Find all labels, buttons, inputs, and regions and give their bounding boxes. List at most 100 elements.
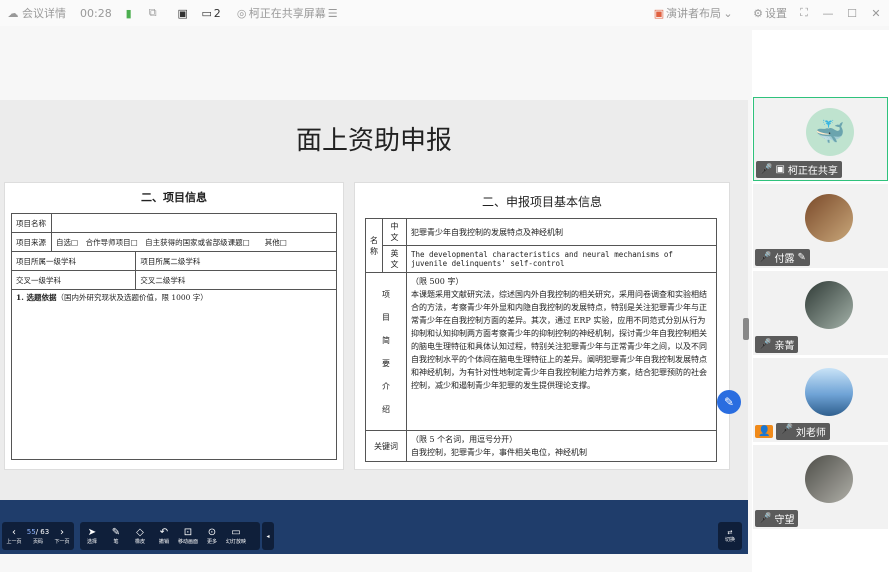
share-indicator-icon: ◎ bbox=[236, 6, 247, 20]
next-page-label: 下一页 bbox=[54, 539, 70, 545]
cn-label: 中文 bbox=[382, 218, 407, 246]
participant-tile[interactable]: 🐳 🎤 ▣ 柯正在共享 bbox=[753, 97, 888, 181]
gear-icon: ⚙ bbox=[753, 6, 763, 20]
participant-name-4: 守望 bbox=[774, 515, 795, 526]
chevron-down-icon: ⌄ bbox=[723, 6, 733, 20]
participant-label: 🎤 亲菁 bbox=[755, 336, 799, 353]
pen-icon: ✎ bbox=[797, 252, 806, 263]
chevron-left-icon: ‹ bbox=[12, 527, 16, 538]
participant-tile[interactable]: 🎤 亲菁 bbox=[753, 271, 888, 355]
participant-sidebar: 🐳 🎤 ▣ 柯正在共享 🎤 付露 ✎ 🎤 亲菁 👤 🎤 刘老师 🎤 守望 bbox=[752, 30, 889, 572]
mic-muted-icon: 🎤 bbox=[759, 339, 772, 350]
summary-label-text: 项目简要介绍 bbox=[382, 289, 390, 414]
project-source-options: 自选□ 合作导师项目□ 自主获得的国家或省部级课题□ 其他□ bbox=[51, 232, 337, 252]
cross1-label: 交叉一级学科 bbox=[10, 270, 137, 290]
pen-tool-button[interactable]: ✎ 笔 bbox=[104, 522, 128, 550]
basis-hint: （国内外研究现状及选题价值，限 1000 字） bbox=[56, 293, 208, 302]
basic-info-table: 名称 中文 犯罪青少年自我控制的发展特点及神经机制 英文 The develop… bbox=[365, 218, 717, 462]
participant-name-3: 刘老师 bbox=[795, 428, 826, 439]
close-icon[interactable]: ✕ bbox=[869, 6, 883, 20]
layout-button[interactable]: ▣ 演讲者布局 ⌄ bbox=[652, 5, 735, 21]
participant-tile[interactable]: 🎤 付露 ✎ bbox=[753, 184, 888, 268]
mic-muted-icon: 🎤 bbox=[780, 424, 793, 435]
page-total: / 63 bbox=[35, 528, 50, 536]
project-info-table: 项目名称 项目来源 自选□ 合作导师项目□ 自主获得的国家或省部级课题□ 其他□… bbox=[10, 213, 337, 460]
move-canvas-button[interactable]: ⊡ 移动画面 bbox=[176, 522, 200, 550]
summary-limit: （限 500 字） bbox=[411, 277, 464, 286]
popout-icon[interactable]: ⧉ bbox=[146, 6, 160, 20]
keywords-limit: （限 5 个名词，用逗号分开） bbox=[411, 435, 518, 444]
signal-icon: ▮ bbox=[125, 6, 132, 20]
undo-icon: ↶ bbox=[159, 527, 169, 538]
keywords-label: 关键词 bbox=[365, 430, 407, 462]
en-label: 英文 bbox=[382, 245, 407, 273]
discipline1-label: 项目所属一级学科 bbox=[10, 251, 137, 271]
page-current: 55 bbox=[26, 528, 36, 536]
top-right-controls: ▣ 演讲者布局 ⌄ ⚙ 设置 ⛶ — ☐ ✕ bbox=[646, 0, 883, 26]
more-button[interactable]: ⊙ 更多 bbox=[200, 522, 224, 550]
maximize-icon[interactable]: ☐ bbox=[845, 6, 859, 20]
selection-basis-cell: 1. 选题依据（国内外研究现状及选题价值，限 1000 字） bbox=[11, 289, 337, 460]
girl-avatar bbox=[805, 281, 853, 329]
participant-label: 🎤 付露 ✎ bbox=[755, 249, 810, 266]
page-number: 55/ 63 bbox=[27, 527, 49, 538]
name-label: 名称 bbox=[365, 218, 383, 273]
eraser-tool-button[interactable]: ◇ 橡皮 bbox=[128, 522, 152, 550]
pen-icon: ✎ bbox=[111, 527, 121, 538]
prev-page-button[interactable]: ‹ 上一页 bbox=[2, 522, 26, 550]
tool-label-6: 幻灯放映 bbox=[225, 539, 246, 545]
right-form-panel: 二、申报项目基本信息 名称 中文 犯罪青少年自我控制的发展特点及神经机制 英文 … bbox=[354, 182, 730, 470]
prev-page-label: 上一页 bbox=[6, 539, 22, 545]
cross2-label: 交叉二级学科 bbox=[135, 270, 337, 290]
discipline2-label: 项目所属二级学科 bbox=[135, 251, 337, 271]
participant-name-2: 亲菁 bbox=[774, 341, 795, 352]
tool-label-3: 撤销 bbox=[158, 539, 169, 545]
collapse-sidebar-handle[interactable] bbox=[743, 318, 749, 340]
slideshow-icon: ▭ bbox=[231, 527, 241, 538]
keywords-value: 自我控制，犯罪青少年，事件相关电位，神经机制 bbox=[411, 448, 587, 457]
summary-label: 项目简要介绍 bbox=[365, 272, 407, 431]
left-form-panel: 二、项目信息 项目名称 项目来源 自选□ 合作导师项目□ 自主获得的国家或省部级… bbox=[4, 182, 344, 470]
cursor-icon: ➤ bbox=[87, 527, 97, 538]
eraser-icon: ◇ bbox=[136, 527, 144, 538]
document-icon[interactable]: ▣ bbox=[176, 6, 190, 20]
settings-button[interactable]: ⚙ 设置 bbox=[751, 5, 787, 21]
page-indicator[interactable]: 55/ 63 页码 bbox=[26, 522, 50, 550]
switch-label: 切换 bbox=[724, 537, 735, 543]
undo-button[interactable]: ↶ 撤销 bbox=[152, 522, 176, 550]
participant-name-box: 🎤 刘老师 bbox=[776, 423, 830, 440]
annotation-float-button[interactable]: ✎ bbox=[717, 390, 741, 414]
shared-screen: 面上资助申报 二、项目信息 项目名称 项目来源 自选□ 合作导师项目□ 自主获得… bbox=[0, 30, 748, 570]
summary-cell: （限 500 字） 本课题采用文献研究法，综述国内外自我控制的相关研究，采用问卷… bbox=[406, 272, 717, 431]
slideshow-button[interactable]: ▭ 幻灯放映 bbox=[224, 522, 248, 550]
switch-button[interactable]: ⇄ 切换 bbox=[718, 522, 742, 550]
whale-avatar: 🐳 bbox=[806, 108, 854, 156]
mic-icon: 🎤 bbox=[760, 164, 773, 175]
select-tool-button[interactable]: ➤ 选择 bbox=[80, 522, 104, 550]
fullscreen-icon[interactable]: ⛶ bbox=[797, 6, 811, 20]
participant-tile[interactable]: 🎤 守望 bbox=[753, 445, 888, 529]
participant-name-0: 柯正在共享 bbox=[787, 166, 838, 177]
project-source-label: 项目来源 bbox=[11, 232, 52, 252]
page-label: 页码 bbox=[32, 539, 43, 545]
participant-label: 👤 🎤 刘老师 bbox=[755, 423, 830, 440]
participant-tile[interactable]: 👤 🎤 刘老师 bbox=[753, 358, 888, 442]
sharing-status[interactable]: ◎ 柯正在共享屏幕 ☰ bbox=[235, 5, 340, 21]
menu-icon: ☰ bbox=[327, 6, 338, 20]
slide-title: 面上资助申报 bbox=[295, 126, 452, 156]
collapse-toolbar[interactable]: ◂ bbox=[262, 522, 274, 550]
page-counter[interactable]: ▭ 2 bbox=[200, 6, 221, 20]
layout-icon: ▣ bbox=[653, 6, 665, 20]
cloud-icon: ☁ bbox=[7, 6, 19, 20]
sharing-status-label: 柯正在共享屏幕 bbox=[248, 7, 326, 20]
participant-label: 🎤 守望 bbox=[755, 510, 799, 527]
participant-label: 🎤 ▣ 柯正在共享 bbox=[756, 161, 842, 178]
meeting-details-button[interactable]: ☁ 会议详情 bbox=[6, 5, 67, 21]
next-page-button[interactable]: › 下一页 bbox=[50, 522, 74, 550]
right-panel-heading: 二、申报项目基本信息 bbox=[481, 195, 602, 209]
minimize-icon[interactable]: — bbox=[821, 6, 835, 20]
chevron-right-icon: › bbox=[60, 527, 64, 538]
screen-icon: ▭ bbox=[201, 6, 212, 20]
bookshelf-avatar bbox=[805, 194, 853, 242]
meeting-details-label: 会议详情 bbox=[22, 7, 66, 20]
